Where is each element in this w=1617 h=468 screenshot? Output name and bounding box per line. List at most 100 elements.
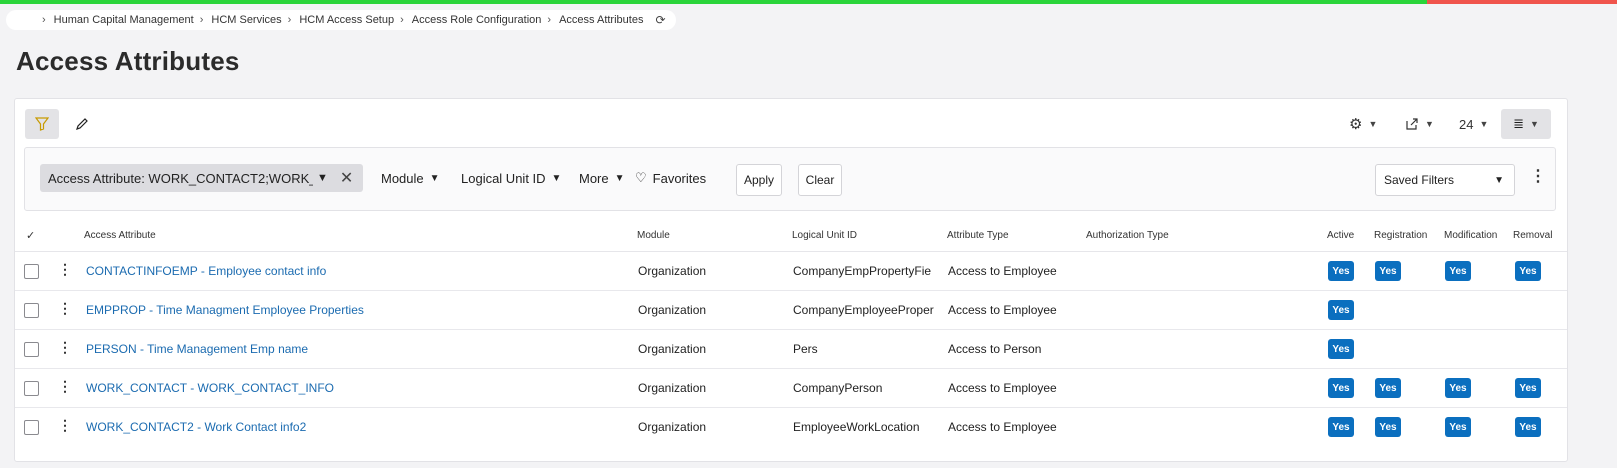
breadcrumb-item[interactable]: Human Capital Management <box>54 14 194 26</box>
active-badge: Yes <box>1328 300 1354 320</box>
access-attribute-link[interactable]: CONTACTINFOEMP - Employee contact info <box>86 264 626 278</box>
column-header-modification[interactable]: Modification <box>1444 230 1497 241</box>
row-checkbox[interactable] <box>24 264 39 279</box>
access-attribute-link[interactable]: PERSON - Time Management Emp name <box>86 342 626 356</box>
table-row[interactable]: ⋮ EMPPROP - Time Managment Employee Prop… <box>15 291 1567 330</box>
breadcrumb-item[interactable]: Access Role Configuration <box>412 14 542 26</box>
refresh-icon[interactable]: ⟳ <box>655 13 665 27</box>
row-checkbox[interactable] <box>24 342 39 357</box>
select-all-checkmark-icon[interactable]: ✓ <box>26 229 35 242</box>
module-cell: Organization <box>638 264 707 278</box>
chevron-right-icon: › <box>42 14 46 26</box>
attribute-type-cell: Access to Employee <box>948 420 1057 434</box>
column-header-active[interactable]: Active <box>1327 230 1354 241</box>
caret-down-icon: ▼ <box>551 172 562 184</box>
removal-badge: Yes <box>1515 378 1541 398</box>
filter-chip-access-attribute[interactable]: Access Attribute: WORK_CONTACT2;WORK_C..… <box>40 164 363 192</box>
row-actions-icon[interactable]: ⋮ <box>58 300 72 317</box>
logical-unit-cell: CompanyEmployeeProper <box>793 303 934 317</box>
logical-unit-cell: CompanyEmpPropertyFie <box>793 264 932 278</box>
logical-unit-cell: Pers <box>793 342 818 356</box>
active-badge: Yes <box>1328 378 1354 398</box>
row-actions-icon[interactable]: ⋮ <box>58 261 72 278</box>
more-filters-label: More <box>579 170 609 186</box>
module-filter-dropdown[interactable]: Module ▼ <box>381 164 440 192</box>
export-menu-button[interactable]: ▼ <box>1405 109 1434 139</box>
page-size-value: 24 <box>1459 116 1474 132</box>
row-actions-icon[interactable]: ⋮ <box>58 378 72 395</box>
column-header-module[interactable]: Module <box>637 230 670 241</box>
module-filter-label: Module <box>381 170 424 186</box>
gear-icon: ⚙ <box>1349 116 1363 133</box>
registration-badge: Yes <box>1375 378 1401 398</box>
logical-unit-cell: EmployeeWorkLocation <box>793 420 920 434</box>
chevron-right-icon: › <box>547 14 552 26</box>
saved-filters-select[interactable]: Saved Filters ▼ <box>1375 164 1515 196</box>
column-header-attribute-type[interactable]: Attribute Type <box>947 230 1009 241</box>
table-header: ✓ Access Attribute Module Logical Unit I… <box>15 221 1567 252</box>
filter-toggle-button[interactable] <box>25 109 59 139</box>
caret-down-icon: ▼ <box>429 172 440 184</box>
settings-menu-button[interactable]: ⚙ ▼ <box>1349 109 1377 139</box>
page-title: Access Attributes <box>16 46 240 76</box>
column-header-registration[interactable]: Registration <box>1374 230 1427 241</box>
attribute-type-cell: Access to Employee <box>948 381 1057 395</box>
apply-button[interactable]: Apply <box>736 164 782 196</box>
access-attribute-link[interactable]: WORK_CONTACT2 - Work Contact info2 <box>86 420 626 434</box>
modification-badge: Yes <box>1445 417 1471 437</box>
caret-down-icon[interactable]: ▼ <box>317 172 328 184</box>
row-checkbox[interactable] <box>24 303 39 318</box>
column-header-access-attribute[interactable]: Access Attribute <box>84 230 156 241</box>
favorites-button[interactable]: ♡ Favorites <box>635 164 706 192</box>
export-icon <box>1406 118 1418 130</box>
table-row[interactable]: ⋮ WORK_CONTACT2 - Work Contact info2 Org… <box>15 408 1567 446</box>
column-header-removal[interactable]: Removal <box>1513 230 1552 241</box>
modification-badge: Yes <box>1445 261 1471 281</box>
row-checkbox[interactable] <box>24 420 39 435</box>
module-cell: Organization <box>638 420 707 434</box>
list-icon: ≣ <box>1513 116 1524 131</box>
main-panel: ⚙ ▼ ▼ 24 ▼ ≣ ▼ Access Attribute: WORK_CO… <box>14 98 1568 462</box>
registration-badge: Yes <box>1375 261 1401 281</box>
more-filters-dropdown[interactable]: More ▼ <box>579 164 625 192</box>
chevron-right-icon: › <box>287 14 292 26</box>
chevron-down-icon: ▼ <box>1494 174 1504 186</box>
attribute-type-cell: Access to Person <box>948 342 1042 356</box>
module-cell: Organization <box>638 342 707 356</box>
access-attribute-link[interactable]: WORK_CONTACT - WORK_CONTACT_INFO <box>86 381 626 395</box>
close-icon[interactable]: ✕ <box>340 168 353 188</box>
filter-bar: Access Attribute: WORK_CONTACT2;WORK_C..… <box>24 147 1556 211</box>
logical-unit-filter-dropdown[interactable]: Logical Unit ID ▼ <box>461 164 561 192</box>
breadcrumb-current: Access Attributes <box>559 14 644 26</box>
filter-more-options-icon[interactable]: ⋮ <box>1530 166 1546 186</box>
loading-bar <box>0 0 1617 4</box>
breadcrumb-item[interactable]: HCM Access Setup <box>299 14 394 26</box>
logical-unit-filter-label: Logical Unit ID <box>461 170 546 186</box>
table-row[interactable]: ⋮ WORK_CONTACT - WORK_CONTACT_INFO Organ… <box>15 369 1567 408</box>
attribute-type-cell: Access to Employee <box>948 264 1057 278</box>
filter-chip-label: Access Attribute: WORK_CONTACT2;WORK_C..… <box>48 170 313 186</box>
breadcrumb: › Human Capital Management › HCM Service… <box>6 10 676 30</box>
row-actions-icon[interactable]: ⋮ <box>58 417 72 434</box>
chevron-down-icon: ▼ <box>1529 119 1539 129</box>
breadcrumb-home[interactable] <box>8 13 36 27</box>
page-size-select[interactable]: 24 ▼ <box>1459 109 1488 139</box>
clear-button[interactable]: Clear <box>798 164 842 196</box>
access-attribute-link[interactable]: EMPPROP - Time Managment Employee Proper… <box>86 303 626 317</box>
row-checkbox[interactable] <box>24 381 39 396</box>
chevron-right-icon: › <box>400 14 404 26</box>
list-view-button[interactable]: ≣ ▼ <box>1501 109 1551 139</box>
row-actions-icon[interactable]: ⋮ <box>58 339 72 356</box>
logical-unit-cell: CompanyPerson <box>793 381 883 395</box>
edit-button[interactable] <box>67 109 97 139</box>
removal-badge: Yes <box>1515 417 1541 437</box>
table-row[interactable]: ⋮ CONTACTINFOEMP - Employee contact info… <box>15 252 1567 291</box>
favorites-label: Favorites <box>652 170 707 186</box>
breadcrumb-item[interactable]: HCM Services <box>211 14 281 26</box>
table-row[interactable]: ⋮ PERSON - Time Management Emp name Orga… <box>15 330 1567 369</box>
active-badge: Yes <box>1328 261 1354 281</box>
column-header-authorization-type[interactable]: Authorization Type <box>1086 230 1169 241</box>
chevron-down-icon: ▼ <box>1425 119 1434 129</box>
column-header-logical-unit-id[interactable]: Logical Unit ID <box>792 230 857 241</box>
caret-down-icon: ▼ <box>614 172 625 184</box>
